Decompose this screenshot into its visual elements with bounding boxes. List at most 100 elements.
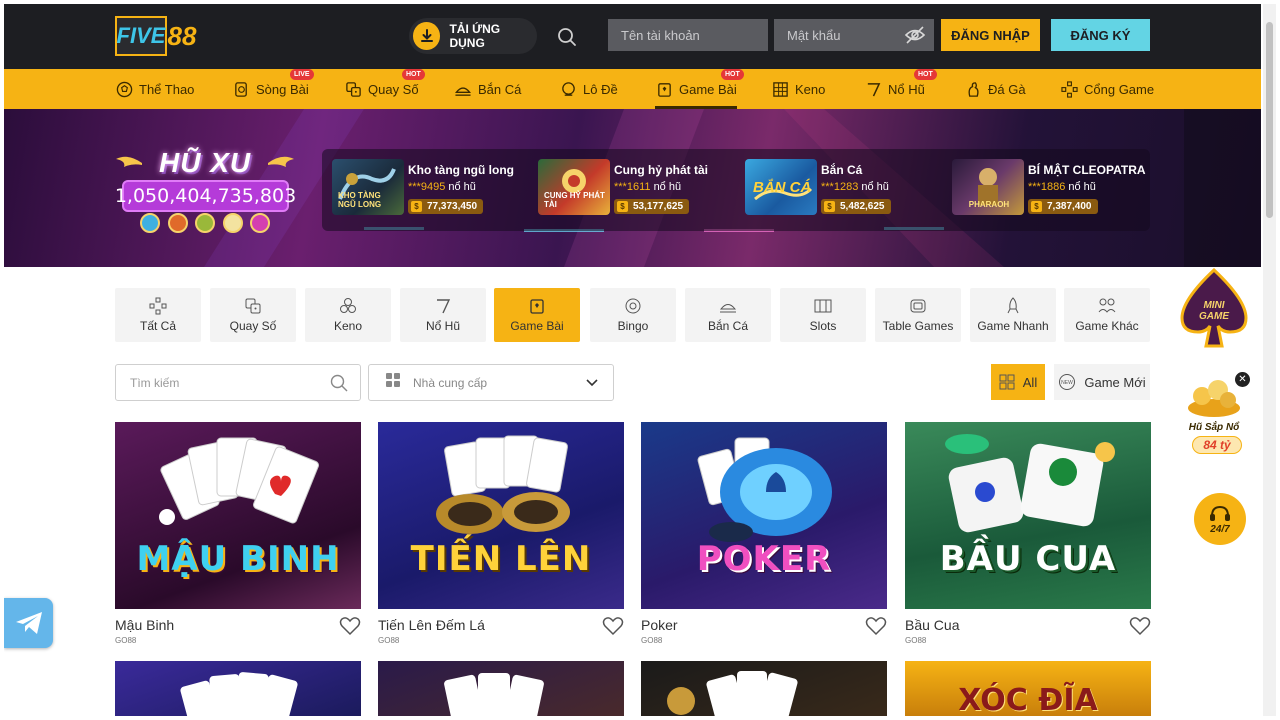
game-card[interactable]: XÓC ĐĨA [905, 661, 1151, 716]
jackpot-amount: $7,387,400 [1028, 199, 1098, 214]
game-thumbnail: BẦU CUA [905, 422, 1151, 609]
tab-keno[interactable]: Keno [305, 288, 391, 342]
more-games-icon [1097, 297, 1117, 315]
mini-game-widget[interactable]: MINI GAME [1174, 266, 1254, 350]
nav-item-da-ga[interactable]: Đá Gà [964, 69, 1026, 109]
table-icon [908, 297, 928, 315]
close-icon[interactable]: ✕ [1235, 372, 1250, 387]
favorite-heart-icon[interactable] [602, 616, 624, 636]
keno-balls-icon [338, 297, 358, 315]
telegram-button[interactable] [4, 598, 53, 648]
new-games-label: Game Mới [1084, 374, 1146, 390]
svg-text:NEW: NEW [1062, 380, 1074, 386]
tab-label: Tất Cả [139, 319, 176, 333]
game-card[interactable]: POKER Poker GO88 [641, 422, 887, 647]
tab-label: Game Nhanh [977, 319, 1049, 333]
game-card[interactable] [641, 661, 887, 716]
game-thumbnail: MẬU BINH [115, 422, 361, 609]
game-title: Mậu Binh [115, 617, 175, 633]
nav-item-the-thao[interactable]: Thể Thao [115, 69, 194, 109]
coin-icon: $ [824, 201, 835, 212]
provider-dropdown[interactable]: Nhà cung cấp [368, 364, 614, 401]
nav-item-ban-ca[interactable]: Bắn Cá [454, 69, 521, 109]
tab-label: Table Games [882, 319, 954, 333]
chevron-down-icon [585, 376, 599, 395]
download-app-button[interactable]: TẢI ỨNG DỤNG [409, 18, 537, 54]
coin-icon: $ [1031, 201, 1042, 212]
nav-label: Nổ Hũ [888, 81, 925, 97]
tab-slots[interactable]: Slots [780, 288, 866, 342]
tab-no-hu[interactable]: Nổ Hũ [400, 288, 486, 342]
hu-xu-title: HŨ XU [159, 147, 252, 178]
tab-bingo[interactable]: Bingo [590, 288, 676, 342]
nav-item-quay-so[interactable]: Quay Số HOT [344, 69, 425, 109]
jackpot-thumbnail: BẮN CÁ [745, 159, 817, 215]
game-card[interactable]: TIẾN LÊN Tiến Lên Đếm Lá GO88 [378, 422, 624, 647]
page-scrollbar[interactable] [1263, 4, 1276, 716]
username-input[interactable] [608, 19, 768, 51]
tab-game-bai[interactable]: Game Bài [494, 288, 580, 342]
game-title: Bầu Cua [905, 617, 960, 633]
tab-quay-so[interactable]: Quay Số [210, 288, 296, 342]
nav-item-keno[interactable]: Keno [771, 69, 825, 109]
nav-item-cong-game[interactable]: Cổng Game [1060, 69, 1154, 109]
jackpot-banner: HŨ XU 1,050,404,735,803 KHO TÀNG NGŨ LON… [4, 109, 1261, 267]
tab-label: Slots [809, 319, 837, 333]
login-button[interactable]: ĐĂNG NHẬP [941, 19, 1040, 51]
scrollbar-thumb[interactable] [1266, 22, 1273, 218]
nav-item-game-bai[interactable]: Game Bài HOT [655, 69, 744, 109]
nav-item-song-bai[interactable]: Sòng Bài LIVE [232, 69, 314, 109]
nav-item-lo-de[interactable]: Lô Đề [559, 69, 618, 109]
jackpot-thumb-text: BẮN CÁ [753, 179, 812, 196]
favorite-heart-icon[interactable] [865, 616, 887, 636]
bingo-icon [623, 297, 643, 315]
game-card[interactable]: MẬU BINH Mậu Binh GO88 [115, 422, 361, 647]
jackpot-name: Kho tàng ngũ long [408, 163, 514, 177]
gamepad-icon [1060, 80, 1078, 98]
mini-game-label: MINI GAME [1199, 300, 1229, 322]
five88-logo[interactable]: FIVE 88 [115, 16, 199, 56]
tab-ban-ca[interactable]: Bắn Cá [685, 288, 771, 342]
hot-badge: HOT [914, 69, 937, 80]
download-app-label: TẢI ỨNG DỤNG [449, 22, 501, 50]
tab-game-nhanh[interactable]: Game Nhanh [970, 288, 1056, 342]
game-thumbnail [667, 671, 798, 716]
all-label: All [1022, 374, 1038, 390]
search-icon[interactable] [549, 22, 585, 52]
tab-label: Keno [333, 319, 363, 333]
hu-sap-no-widget[interactable]: ✕ Hũ Sắp Nổ 84 tỷ [1176, 372, 1252, 460]
nav-item-no-hu[interactable]: Nổ Hũ HOT [864, 69, 937, 109]
fish-icon [454, 80, 472, 98]
game-card[interactable] [378, 661, 624, 716]
tab-game-khac[interactable]: Game Khác [1064, 288, 1150, 342]
game-thumbnail [444, 673, 544, 716]
register-button[interactable]: ĐĂNG KÝ [1051, 19, 1150, 51]
game-provider: GO88 [641, 636, 663, 645]
jackpot-user: ***1886 nổ hũ [1028, 181, 1096, 193]
right-wing-icon [268, 156, 294, 167]
nav-label: Sòng Bài [256, 81, 309, 97]
support-chat-button[interactable]: 24/7 [1194, 493, 1246, 545]
jackpot-amount: $5,482,625 [821, 199, 891, 214]
game-search-input[interactable] [116, 365, 316, 400]
tab-tat-ca[interactable]: Tất Cả [115, 288, 201, 342]
jackpot-user: ***1283 nổ hũ [821, 181, 889, 193]
game-thumb-text: POKER [696, 539, 832, 579]
new-games-button[interactable]: NEW Game Mới [1054, 364, 1150, 400]
tab-table-games[interactable]: Table Games [875, 288, 961, 342]
all-filter-button[interactable]: All [991, 364, 1045, 400]
game-card[interactable] [115, 661, 361, 716]
tab-label: Game Khác [1075, 319, 1139, 333]
nav-label: Keno [795, 81, 826, 97]
favorite-heart-icon[interactable] [339, 616, 361, 636]
nav-label: Lô Đề [583, 81, 618, 97]
hot-badge: HOT [721, 69, 744, 80]
game-card[interactable]: BẦU CUA Bầu Cua GO88 [905, 422, 1151, 647]
headset-icon [1210, 505, 1230, 521]
star-icon [222, 213, 243, 233]
nav-label: Cổng Game [1084, 81, 1155, 97]
search-icon[interactable] [330, 374, 348, 397]
main-nav: Thể Thao Sòng Bài LIVE Quay Số HOT Bắn C… [4, 69, 1261, 109]
favorite-heart-icon[interactable] [1129, 616, 1151, 636]
hide-password-icon[interactable] [904, 25, 926, 45]
